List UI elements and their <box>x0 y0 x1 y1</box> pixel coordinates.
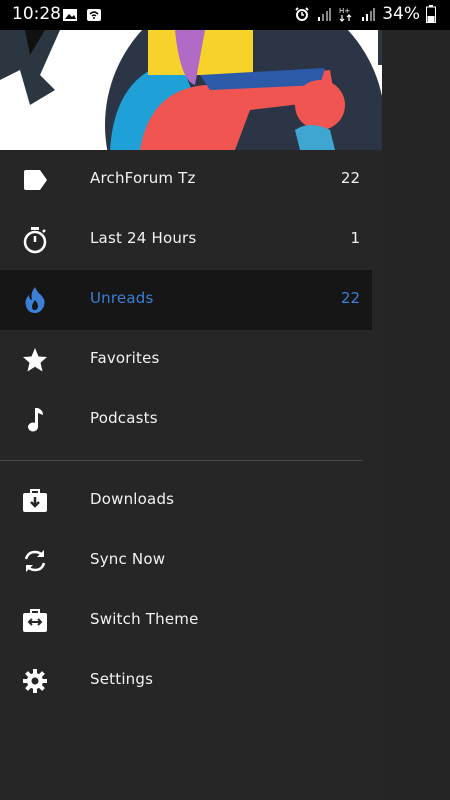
data-hplus-icon: H+ <box>339 7 352 22</box>
battery-percent: 34% <box>382 4 420 24</box>
drawer-item-podcasts[interactable]: Podcasts <box>0 390 372 450</box>
drawer-item-archforum[interactable]: ArchForum Tz 22 <box>0 150 372 210</box>
gear-icon <box>20 666 50 696</box>
switch-theme-icon <box>20 606 50 636</box>
music-note-icon <box>20 405 50 435</box>
drawer-item-label: Favorites <box>90 349 160 367</box>
drawer-item-switch-theme[interactable]: Switch Theme <box>0 591 372 651</box>
navigation-drawer: ArchForum Tz 22 Last 24 Hours 1 Unreads … <box>0 30 382 800</box>
alarm-icon <box>295 7 309 21</box>
gallery-notification-icon <box>63 9 77 21</box>
signal-2-icon <box>362 8 376 21</box>
battery-icon <box>426 5 436 23</box>
drawer-item-favorites[interactable]: Favorites <box>0 330 372 390</box>
content-behind-drawer <box>382 30 450 800</box>
svg-text:H+: H+ <box>339 7 350 15</box>
drawer-header-artwork <box>0 30 382 150</box>
drawer-item-label: Podcasts <box>90 409 158 427</box>
drawer-item-label: Settings <box>90 670 154 688</box>
drawer-item-sync-now[interactable]: Sync Now <box>0 531 372 591</box>
flame-icon <box>20 285 50 315</box>
download-briefcase-icon <box>20 486 50 516</box>
drawer-item-label: Unreads <box>90 289 154 307</box>
drawer-item-label: Sync Now <box>90 550 166 568</box>
drawer-item-label: Switch Theme <box>90 610 199 628</box>
drawer-item-label: ArchForum Tz <box>90 169 196 187</box>
drawer-item-count: 22 <box>340 289 360 307</box>
drawer-item-count: 22 <box>340 169 360 187</box>
wifi-notification-icon <box>87 9 101 21</box>
label-tag-icon <box>20 165 50 195</box>
drawer-item-unreads[interactable]: Unreads 22 <box>0 270 372 330</box>
star-icon <box>20 345 50 375</box>
drawer-item-settings[interactable]: Settings <box>0 651 372 711</box>
sync-icon <box>20 546 50 576</box>
drawer-item-label: Last 24 Hours <box>90 229 197 247</box>
drawer-divider <box>0 460 363 461</box>
status-time: 10:28 <box>12 4 61 24</box>
stopwatch-icon <box>20 225 50 255</box>
drawer-item-last-24-hours[interactable]: Last 24 Hours 1 <box>0 210 372 270</box>
drawer-item-downloads[interactable]: Downloads <box>0 471 372 531</box>
drawer-item-label: Downloads <box>90 490 175 508</box>
signal-1-icon <box>318 8 332 21</box>
drawer-item-count: 1 <box>350 229 360 247</box>
status-bar: 10:28 H+ 34% <box>0 0 450 30</box>
